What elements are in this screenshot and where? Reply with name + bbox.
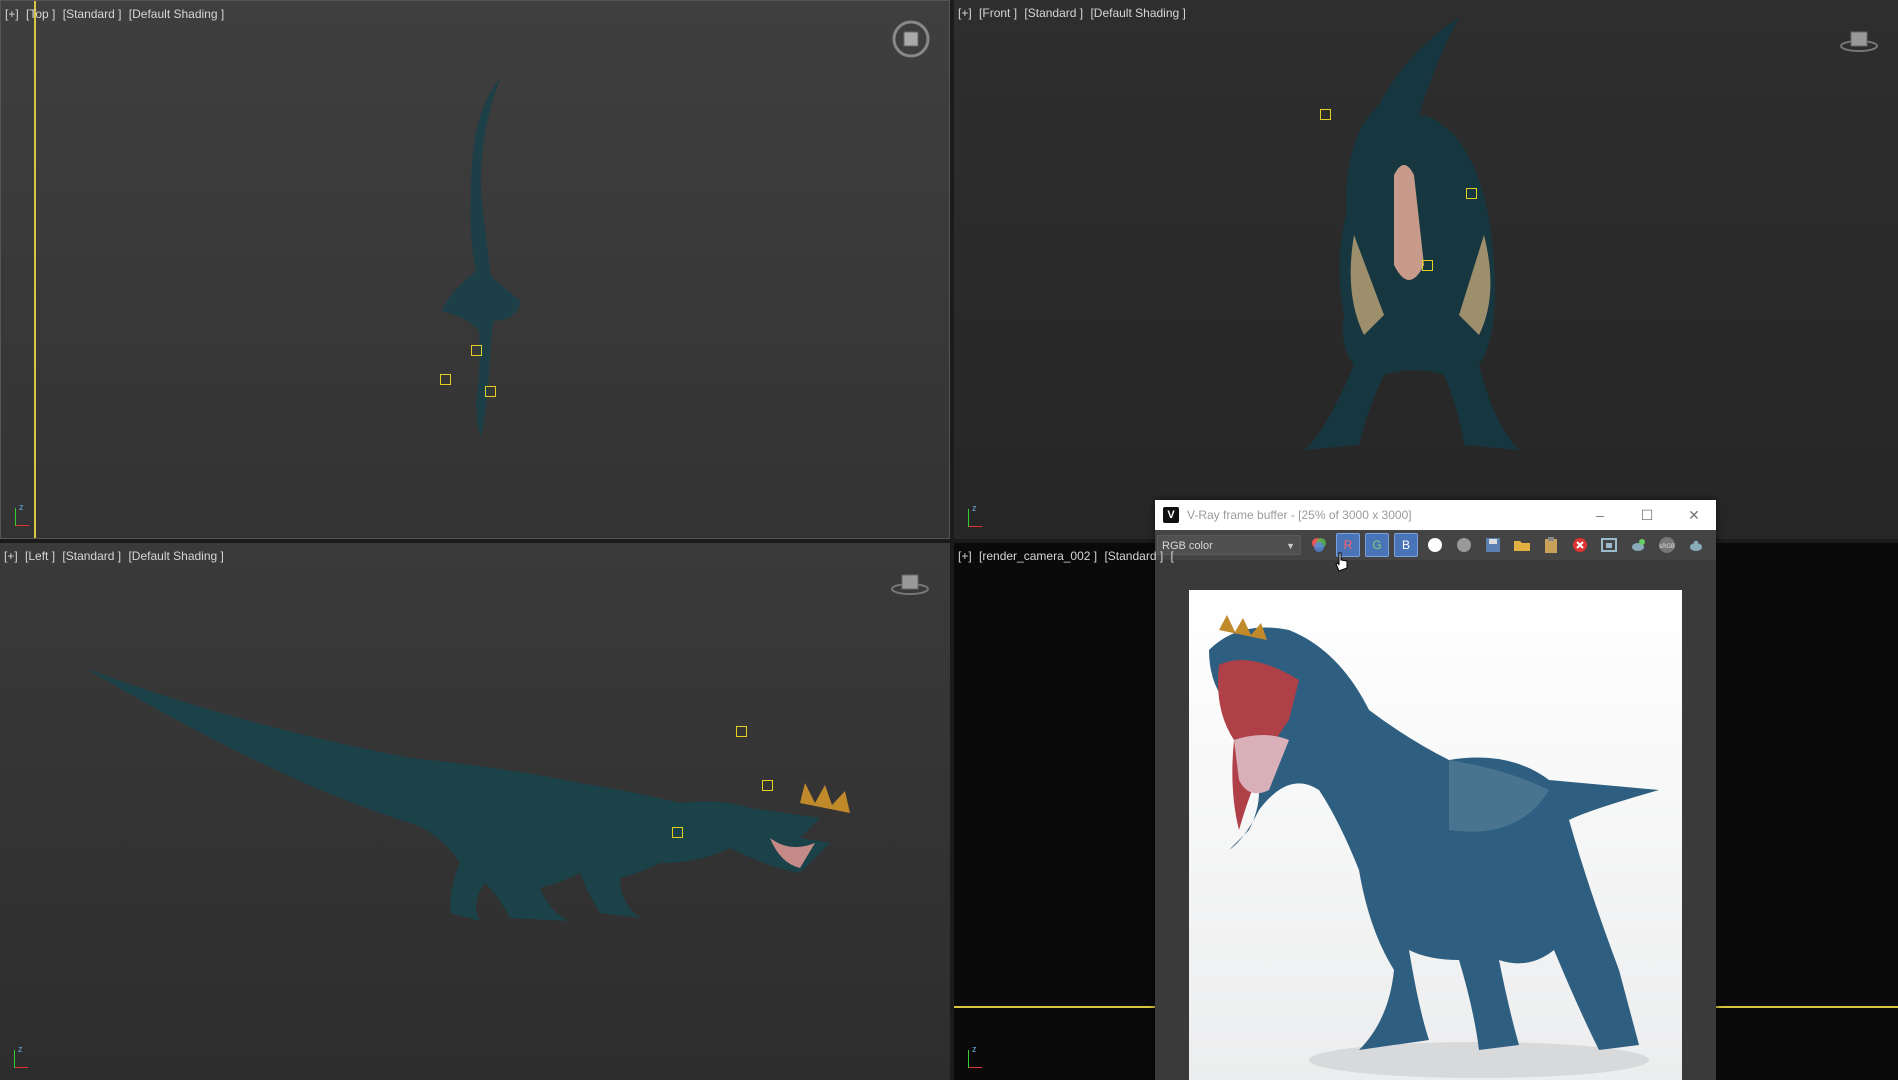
dummy-marker[interactable] <box>1320 109 1331 120</box>
viewport-mode-menu[interactable]: [Standard ] <box>62 549 121 563</box>
axis-gizmo-icon: z <box>966 1044 988 1070</box>
viewport-view-menu[interactable]: [Top ] <box>26 7 55 21</box>
axis-gizmo-icon: z <box>13 502 35 528</box>
dummy-marker[interactable] <box>672 827 683 838</box>
viewport-mode-menu[interactable]: [Standard ] <box>1024 6 1083 20</box>
green-channel-button[interactable]: G <box>1365 533 1389 557</box>
minimize-button[interactable]: – <box>1578 500 1622 530</box>
srgb-icon[interactable]: sRGB <box>1655 533 1679 557</box>
viewport-top[interactable]: [+] [Top ] [Standard ] [Default Shading … <box>0 0 950 539</box>
maximize-button[interactable]: ☐ <box>1625 500 1669 530</box>
close-button[interactable]: ✕ <box>1672 500 1716 530</box>
dummy-marker[interactable] <box>762 780 773 791</box>
viewport-label-left[interactable]: [+] [Left ] [Standard ] [Default Shading… <box>4 549 228 563</box>
dinosaur-front-view <box>1304 17 1519 450</box>
selection-line <box>34 1 36 538</box>
viewport-mode-menu[interactable]: [Standard ] <box>1104 549 1163 563</box>
vray-frame-buffer-window[interactable]: V V-Ray frame buffer - [25% of 3000 x 30… <box>1155 500 1716 1080</box>
viewport-label-front[interactable]: [+] [Front ] [Standard ] [Default Shadin… <box>958 6 1190 20</box>
dinosaur-side-view <box>85 668 850 921</box>
dummy-marker[interactable] <box>736 726 747 737</box>
ground-line <box>954 1006 1164 1008</box>
dummy-marker[interactable] <box>440 374 451 385</box>
clipboard-icon[interactable] <box>1539 533 1563 557</box>
axis-gizmo-icon: z <box>12 1044 34 1070</box>
channel-select[interactable]: RGB color ▼ <box>1157 535 1301 555</box>
open-folder-icon[interactable] <box>1510 533 1534 557</box>
viewport-plus-menu[interactable]: [+] <box>5 7 19 21</box>
vfb-title: V-Ray frame buffer - [25% of 3000 x 3000… <box>1187 508 1412 522</box>
hand-cursor-icon <box>1335 552 1348 572</box>
viewcube-icon[interactable] <box>891 19 931 59</box>
blue-channel-button[interactable]: B <box>1394 533 1418 557</box>
viewport-mode-menu[interactable]: [Standard ] <box>63 7 122 21</box>
teapot-icon[interactable] <box>1684 533 1708 557</box>
vfb-toolbar: RGB color ▼ R G B sRGB <box>1155 530 1716 560</box>
viewport-plus-menu[interactable]: [+] <box>958 549 972 563</box>
render-teapot-icon[interactable] <box>1626 533 1650 557</box>
rgb-circles-icon[interactable] <box>1307 533 1331 557</box>
axis-gizmo-icon: z <box>966 503 988 529</box>
viewport-view-menu[interactable]: [Front ] <box>979 6 1017 20</box>
viewport-shading-menu[interactable]: [Default Shading ] <box>1090 6 1185 20</box>
rendered-dinosaur-image <box>1189 590 1682 1080</box>
dummy-marker[interactable] <box>485 386 496 397</box>
grey-circle-icon[interactable] <box>1452 533 1476 557</box>
viewcube-icon[interactable] <box>890 563 930 603</box>
save-icon[interactable] <box>1481 533 1505 557</box>
viewport-plus-menu[interactable]: [+] <box>4 549 18 563</box>
dummy-marker[interactable] <box>1466 188 1477 199</box>
viewport-view-menu[interactable]: [Left ] <box>25 549 55 563</box>
clear-icon[interactable] <box>1568 533 1592 557</box>
ground-line <box>1714 1006 1898 1008</box>
render-image <box>1189 590 1682 1080</box>
viewport-label-top[interactable]: [+] [Top ] [Standard ] [Default Shading … <box>5 7 228 21</box>
region-render-icon[interactable] <box>1597 533 1621 557</box>
dinosaur-top-view <box>441 77 521 436</box>
viewport-front[interactable]: [+] [Front ] [Standard ] [Default Shadin… <box>954 0 1898 539</box>
viewport-shading-menu[interactable]: [ <box>1171 549 1174 563</box>
vfb-title-bar[interactable]: V V-Ray frame buffer - [25% of 3000 x 30… <box>1155 500 1716 530</box>
viewcube-icon[interactable] <box>1839 20 1879 60</box>
viewport-shading-menu[interactable]: [Default Shading ] <box>128 549 223 563</box>
chevron-down-icon: ▼ <box>1286 541 1295 551</box>
srgb-label: sRGB <box>1659 543 1675 550</box>
viewport-shading-menu[interactable]: [Default Shading ] <box>129 7 224 21</box>
viewport-plus-menu[interactable]: [+] <box>958 6 972 20</box>
viewport-left[interactable]: [+] [Left ] [Standard ] [Default Shading… <box>0 543 950 1080</box>
viewport-camera-menu[interactable]: [render_camera_002 ] <box>979 549 1097 563</box>
vray-logo-icon: V <box>1163 507 1179 523</box>
dummy-marker[interactable] <box>1422 260 1433 271</box>
white-circle-icon[interactable] <box>1423 533 1447 557</box>
dummy-marker[interactable] <box>471 345 482 356</box>
viewport-label-camera[interactable]: [+] [render_camera_002 ] [Standard ] [ <box>958 549 1178 563</box>
